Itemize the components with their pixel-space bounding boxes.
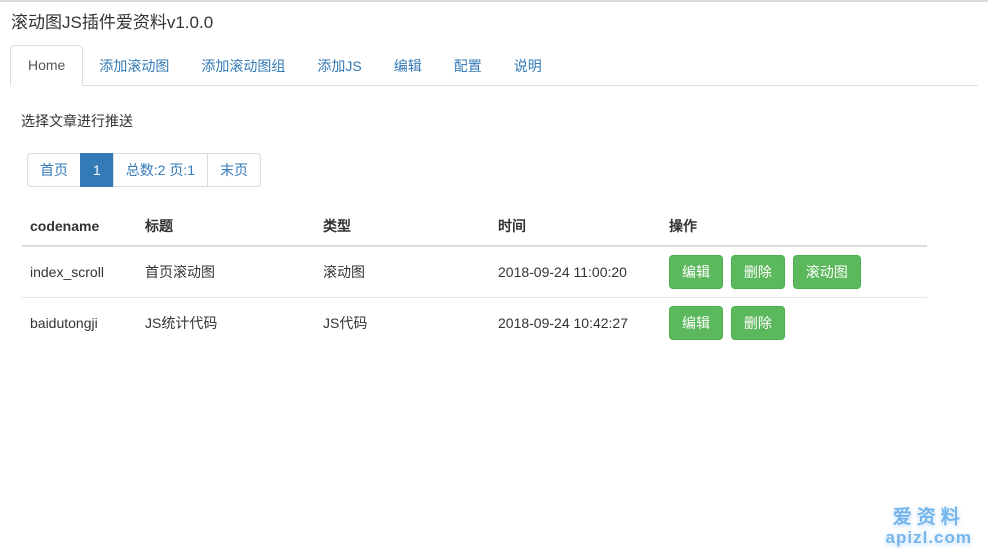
column-header-title: 标题 [137, 207, 315, 247]
tab-home-label[interactable]: Home [10, 45, 84, 86]
page-title: 滚动图JS插件爱资料v1.0.0 [11, 13, 214, 32]
tab-add-scroll-image[interactable]: 添加滚动图 [83, 47, 185, 86]
cell-codename: baidutongji [22, 297, 137, 348]
tab-bar: Home 添加滚动图 添加滚动图组 添加JS 编辑 配置 说明 [10, 45, 978, 86]
pagination-summary: 总数:2 页:1 [112, 153, 209, 187]
tab-add-js-label[interactable]: 添加JS [301, 47, 377, 86]
tab-edit[interactable]: 编辑 [378, 47, 438, 86]
tab-add-scroll-image-group-label[interactable]: 添加滚动图组 [185, 47, 301, 86]
cell-type: 滚动图 [323, 264, 365, 280]
cell-title: 首页滚动图 [145, 264, 215, 280]
pagination-first[interactable]: 首页 [27, 153, 81, 187]
articles-table: codename 标题 类型 时间 操作 index_scroll 首页滚动图 … [22, 207, 927, 348]
tab-add-js[interactable]: 添加JS [301, 47, 377, 86]
tab-help-label[interactable]: 说明 [498, 47, 558, 86]
delete-button[interactable]: 删除 [730, 306, 785, 340]
pagination-last-label[interactable]: 末页 [207, 153, 262, 187]
edit-button[interactable]: 编辑 [669, 255, 723, 289]
cell-actions: 编辑 删除 滚动图 [661, 246, 927, 298]
cell-actions: 编辑 删除 [661, 297, 927, 348]
pagination-last[interactable]: 末页 [207, 153, 262, 187]
delete-button[interactable]: 删除 [730, 255, 785, 289]
tab-config-label[interactable]: 配置 [438, 47, 498, 86]
column-header-time: 时间 [490, 207, 661, 247]
tab-help[interactable]: 说明 [498, 47, 558, 86]
cell-type: JS代码 [315, 297, 490, 348]
tab-add-scroll-image-group[interactable]: 添加滚动图组 [185, 47, 301, 86]
tab-add-scroll-image-label[interactable]: 添加滚动图 [83, 47, 185, 86]
column-header-actions: 操作 [661, 207, 927, 247]
column-header-type: 类型 [315, 207, 490, 247]
site-logo-domain: apizl.com [885, 528, 972, 547]
cell-time: 2018-09-24 10:42:27 [490, 297, 661, 348]
pagination: 首页 1 总数:2 页:1 末页 [27, 153, 262, 187]
site-logo: 爱资料 apizl.com [886, 507, 972, 547]
tab-config[interactable]: 配置 [438, 47, 498, 86]
pagination-first-label[interactable]: 首页 [27, 153, 81, 187]
pagination-summary-label: 总数:2 页:1 [112, 153, 209, 187]
table-header-row: codename 标题 类型 时间 操作 [22, 207, 927, 247]
cell-codename: index_scroll [30, 264, 104, 280]
pagination-page-1[interactable]: 1 [80, 153, 114, 187]
prompt-text: 选择文章进行推送 [21, 113, 133, 129]
page-container: 滚动图JS插件爱资料v1.0.0 Home 添加滚动图 添加滚动图组 添加JS … [0, 13, 988, 348]
table-row: index_scroll 首页滚动图 滚动图 2018-09-24 11:00:… [22, 246, 927, 298]
tab-home[interactable]: Home [10, 45, 84, 86]
scroll-image-button[interactable]: 滚动图 [792, 255, 861, 289]
tab-edit-label[interactable]: 编辑 [378, 47, 438, 86]
table-row: baidutongji JS统计代码 JS代码 2018-09-24 10:42… [22, 297, 927, 348]
cell-time: 2018-09-24 11:00:20 [498, 264, 627, 280]
cell-title: JS统计代码 [137, 297, 315, 348]
edit-button[interactable]: 编辑 [669, 306, 723, 340]
site-logo-text: 爱资料 [892, 507, 965, 528]
pagination-page-1-label[interactable]: 1 [80, 153, 114, 187]
column-header-codename: codename [22, 207, 137, 247]
